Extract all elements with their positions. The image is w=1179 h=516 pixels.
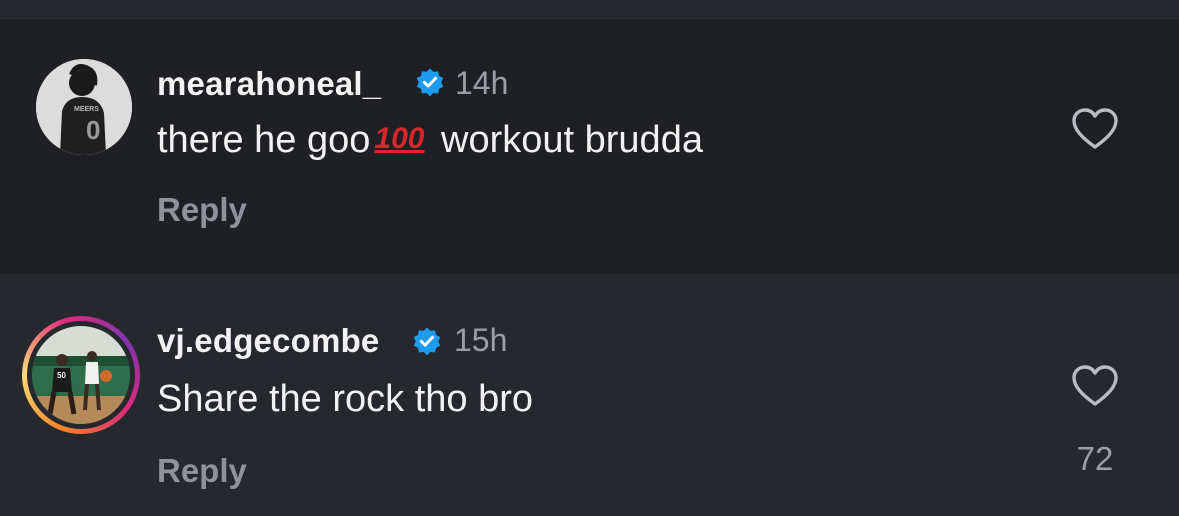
comment-text-part: workout brudda	[430, 119, 703, 161]
avatar[interactable]: 0 MEERS	[36, 59, 132, 155]
like-count[interactable]: 72	[1060, 440, 1130, 478]
hundred-points-icon: 100	[374, 122, 425, 155]
reply-button[interactable]: Reply	[157, 452, 247, 490]
username[interactable]: vj.edgecombe	[157, 322, 379, 360]
verified-badge-icon	[416, 68, 444, 97]
svg-text:50: 50	[57, 371, 66, 380]
avatar-photo: 50	[32, 326, 130, 424]
reply-button[interactable]: Reply	[157, 191, 247, 229]
comment-text: Share the rock tho bro	[157, 378, 533, 420]
comment-time: 15h	[454, 322, 508, 358]
like-heart-icon[interactable]	[1071, 107, 1119, 151]
svg-text:0: 0	[86, 115, 100, 145]
comment-item: 0 MEERS mearahoneal_ 14h there he goo 100…	[0, 19, 1179, 274]
avatar-photo: 0 MEERS	[36, 59, 132, 155]
verified-badge-icon	[413, 327, 441, 356]
previous-comment-edge	[0, 0, 1179, 19]
like-heart-icon[interactable]	[1071, 364, 1119, 408]
svg-text:MEERS: MEERS	[74, 106, 99, 113]
comment-text-part: there he goo	[157, 119, 371, 161]
comment-item: 50 vj.edgecombe 15h Share the rock tho b…	[0, 274, 1179, 516]
username[interactable]: mearahoneal_	[157, 65, 381, 103]
comment-time: 14h	[455, 65, 509, 101]
avatar[interactable]: 50	[32, 326, 130, 424]
comment-text: there he goo 100 workout brudda	[157, 119, 703, 162]
